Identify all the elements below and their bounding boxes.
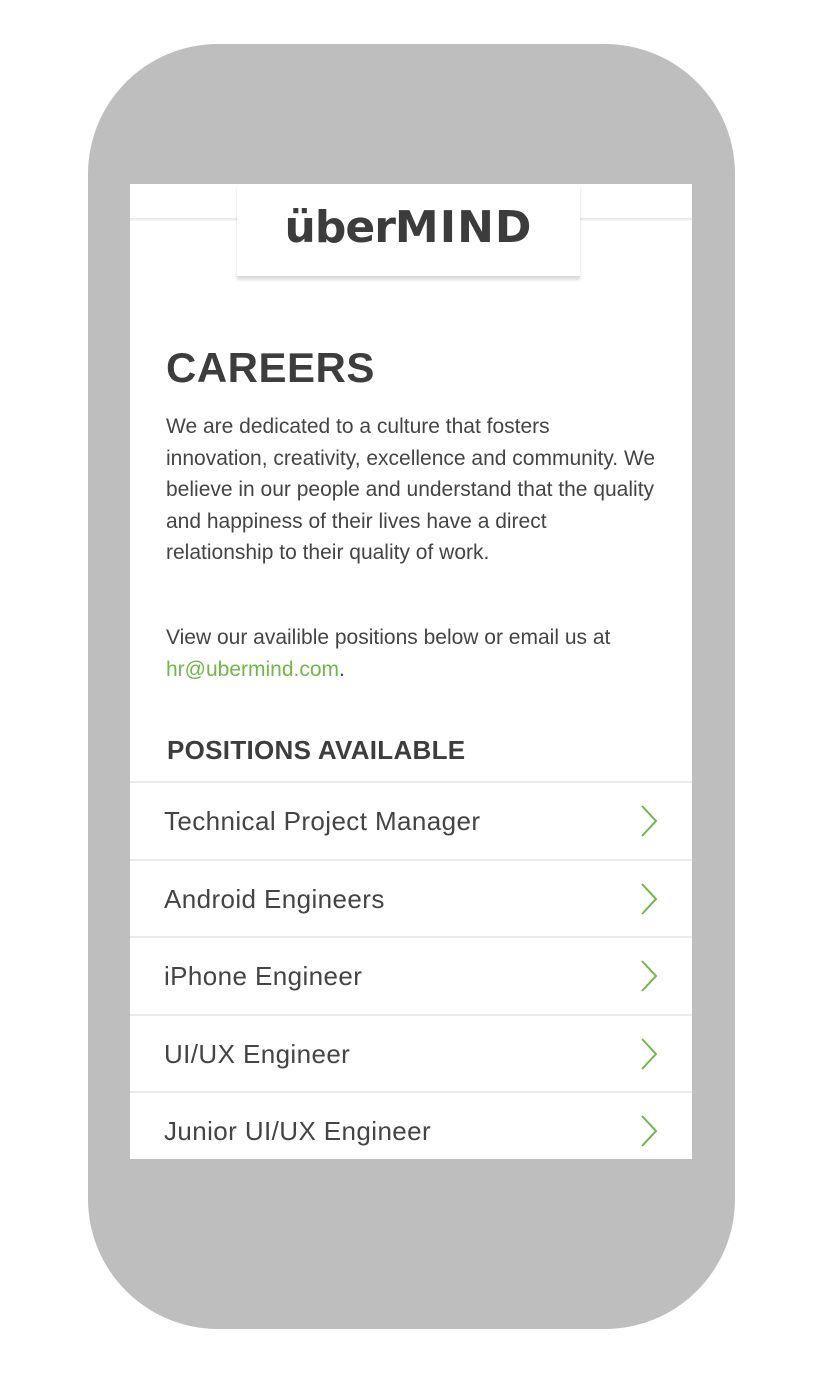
- position-item-junior-ui-ux-engineer[interactable]: Junior UI/UX Engineer: [130, 1093, 692, 1159]
- header-divider-right: [580, 218, 692, 221]
- chevron-right-icon: [641, 960, 658, 992]
- position-label: Android Engineers: [164, 883, 385, 914]
- page-title: CAREERS: [166, 344, 375, 391]
- header-divider-left: [130, 218, 238, 221]
- email-link[interactable]: hr@ubermind.com: [166, 658, 339, 681]
- contact-suffix: .: [339, 657, 345, 681]
- positions-list: Technical Project Manager Android Engine…: [130, 781, 692, 1159]
- ubermind-logo[interactable]: überMIND: [237, 202, 580, 253]
- contact-prefix: View our availible positions below or em…: [166, 626, 611, 649]
- positions-heading: POSITIONS AVAILABLE: [167, 735, 466, 765]
- position-label: Technical Project Manager: [164, 806, 481, 836]
- chevron-right-icon: [641, 805, 658, 837]
- mobile-screen: überMIND CAREERS We are dedicated to a c…: [130, 184, 692, 1159]
- contact-paragraph: View our availible positions below or em…: [166, 622, 656, 685]
- chevron-right-icon: [641, 882, 658, 915]
- position-label: iPhone Engineer: [164, 961, 363, 991]
- chevron-right-icon: [641, 1115, 658, 1147]
- intro-paragraph: We are dedicated to a culture that foste…: [166, 415, 656, 565]
- position-label: Junior UI/UX Engineer: [164, 1116, 432, 1146]
- position-item-technical-project-manager[interactable]: Technical Project Manager: [130, 783, 692, 861]
- logo-tab[interactable]: überMIND: [237, 184, 580, 277]
- position-item-ui-ux-engineer[interactable]: UI/UX Engineer: [130, 1016, 692, 1093]
- position-label: UI/UX Engineer: [164, 1038, 351, 1069]
- chevron-right-icon: [641, 1037, 658, 1070]
- position-item-iphone-engineer[interactable]: iPhone Engineer: [130, 938, 692, 1016]
- position-item-android-engineers[interactable]: Android Engineers: [130, 861, 692, 938]
